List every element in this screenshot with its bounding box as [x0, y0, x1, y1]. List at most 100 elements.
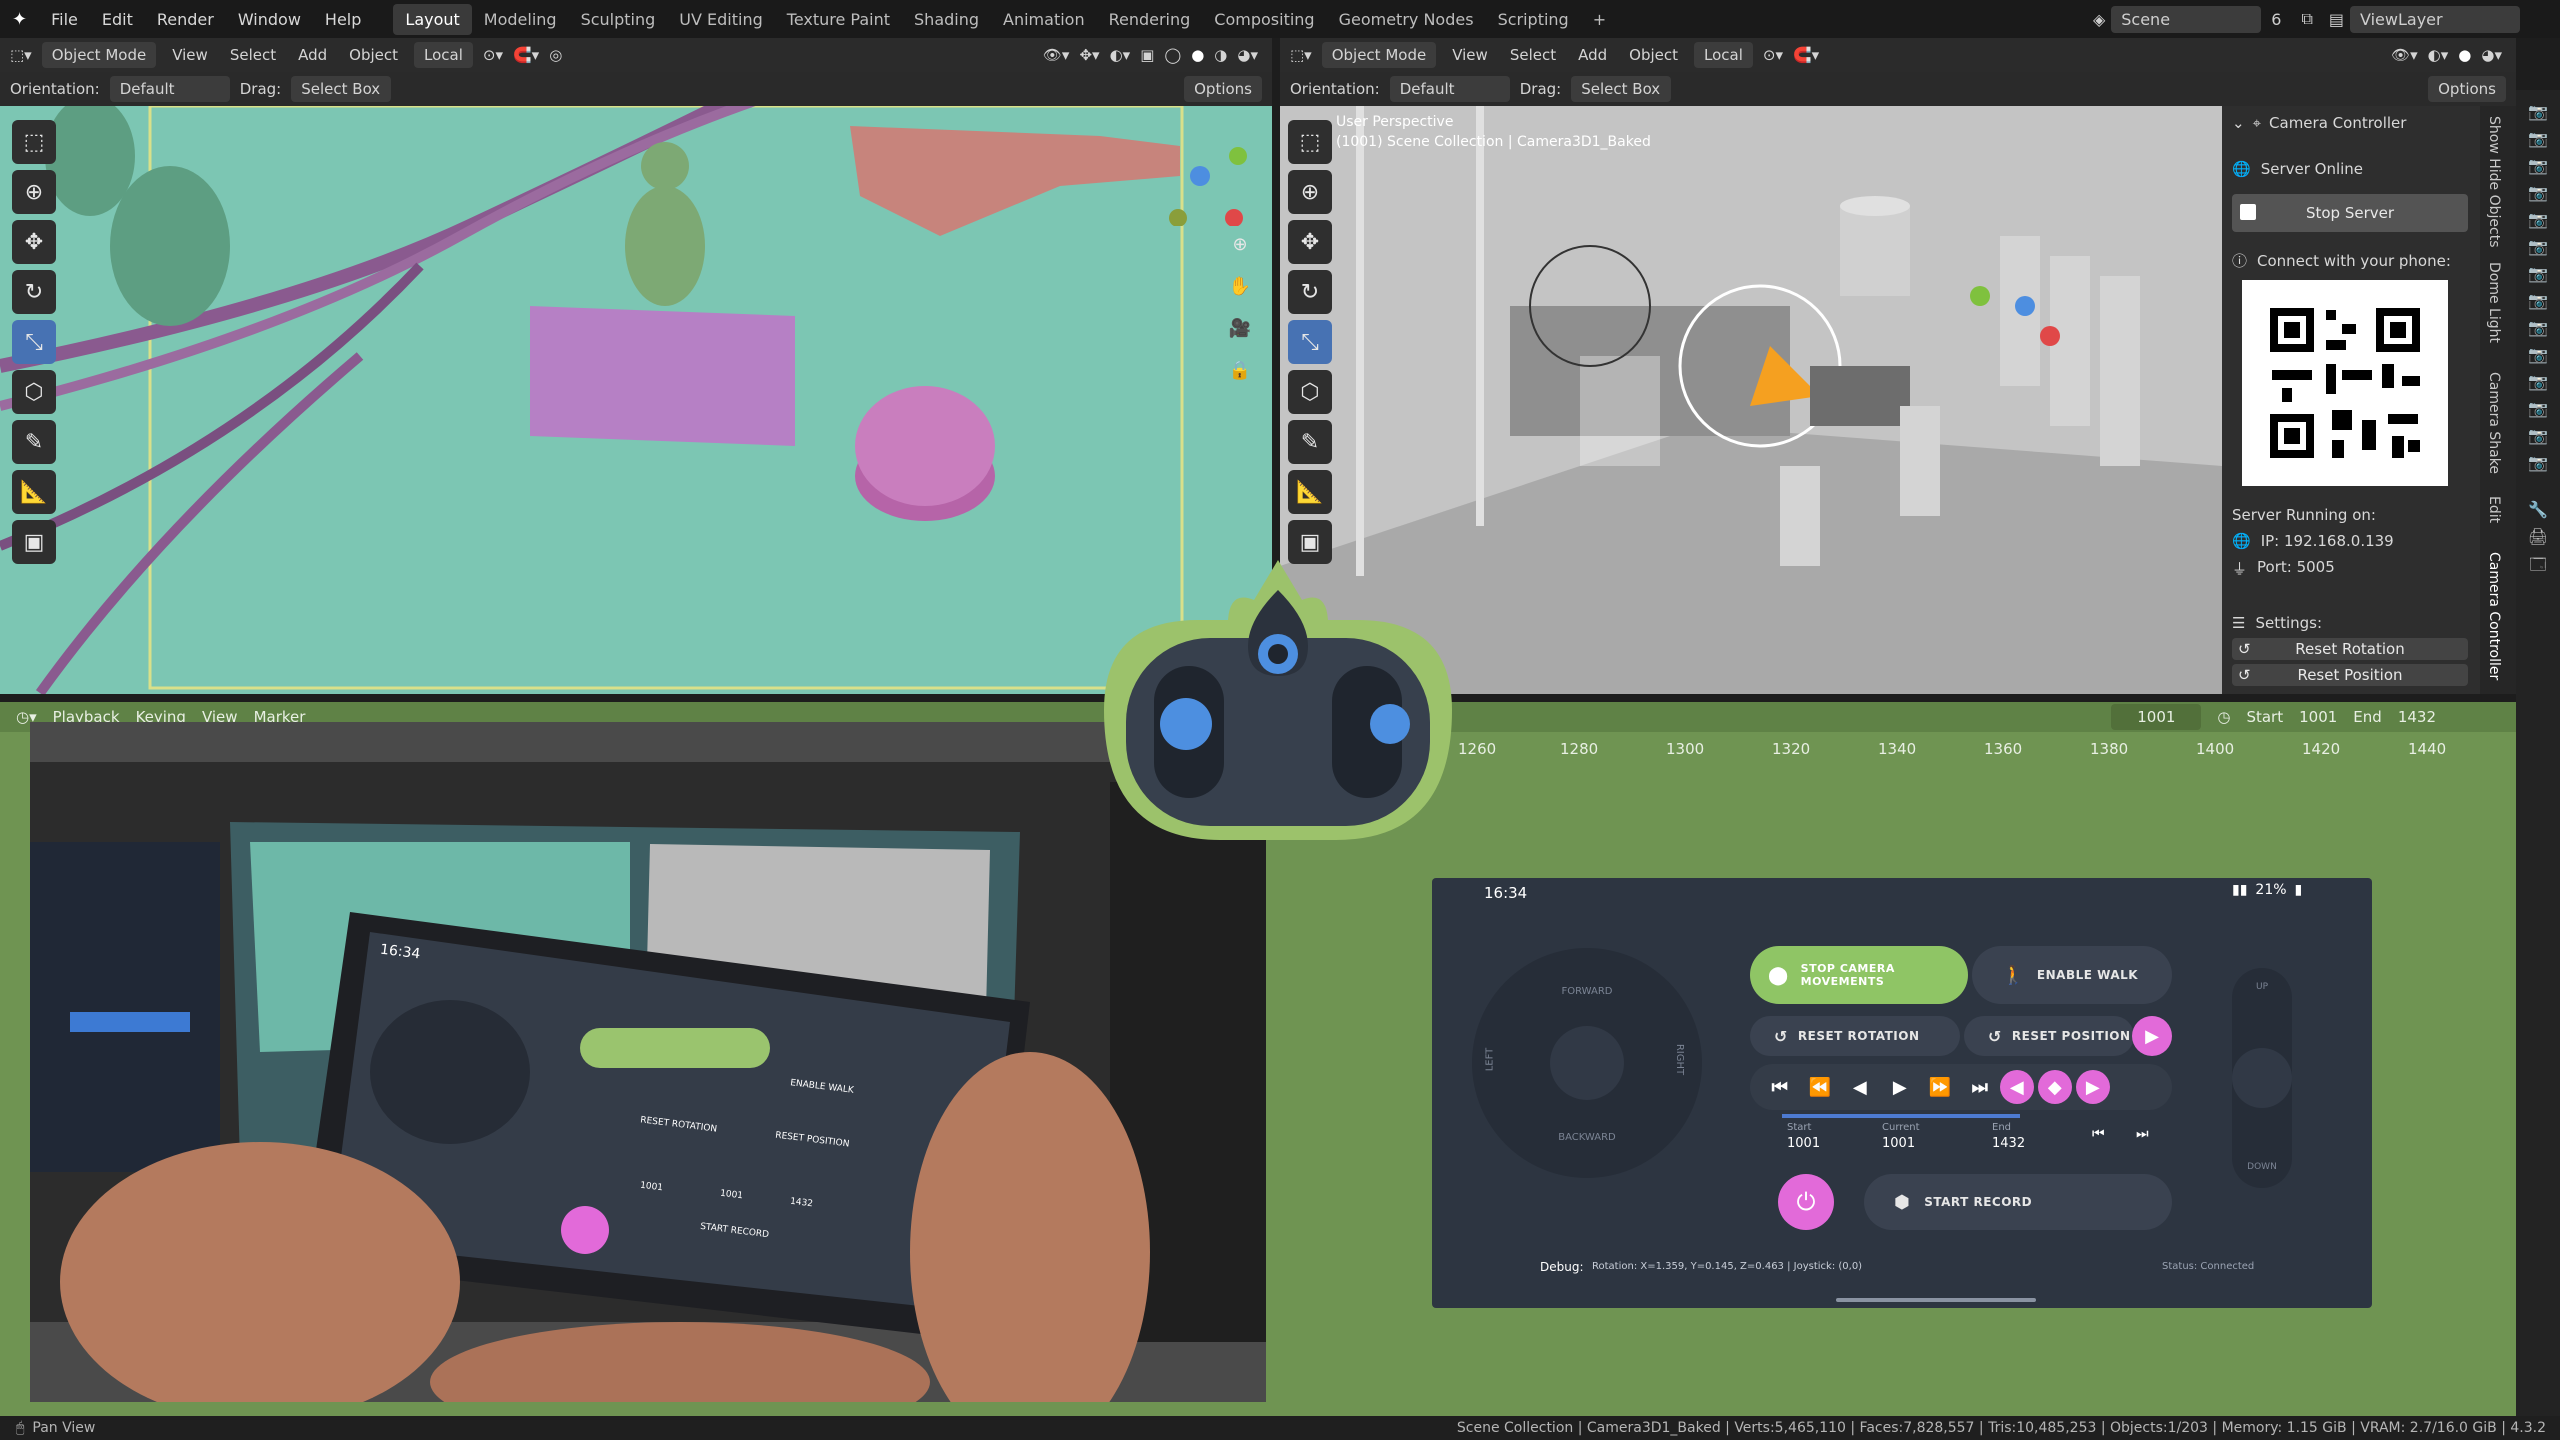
pan-hand-icon[interactable]: ✋	[1222, 268, 1258, 304]
cursor-tool-right[interactable]: ⊕	[1288, 170, 1332, 214]
movement-joystick[interactable]: FORWARD BACKWARD LEFT RIGHT	[1472, 948, 1702, 1178]
current-frame-field[interactable]: 1001	[2111, 704, 2202, 730]
editor-type-icon[interactable]: ⬚▾	[10, 46, 32, 64]
gizmo-icon[interactable]: ✥▾	[1079, 46, 1099, 64]
xray-icon[interactable]: ▣	[1140, 46, 1154, 64]
tab-texture-paint[interactable]: Texture Paint	[775, 4, 902, 35]
tab-show-hide-objects[interactable]: Show Hide Objects	[2486, 116, 2502, 247]
camera-icon[interactable]: 📷	[2528, 237, 2548, 256]
camera-icon[interactable]: 📷	[2528, 183, 2548, 202]
menu-select[interactable]: Select	[224, 42, 282, 68]
add-workspace-button[interactable]: +	[1581, 4, 1618, 35]
pivot-icon-right[interactable]: ⊙▾	[1763, 46, 1783, 64]
panel-header[interactable]: ⌄ ⌖ Camera Controller	[2232, 114, 2406, 132]
select-box-tool[interactable]: ⬚	[12, 120, 56, 164]
transform-orientation-dropdown[interactable]: Local	[414, 42, 473, 68]
add-cube-tool[interactable]: ▣	[12, 520, 56, 564]
tab-shading[interactable]: Shading	[902, 4, 991, 35]
proportional-icon[interactable]: ◎	[549, 46, 562, 64]
camera-icon[interactable]: 📷	[2528, 372, 2548, 391]
camera-icon[interactable]: 📷	[2528, 399, 2548, 418]
tab-modeling[interactable]: Modeling	[472, 4, 569, 35]
rotate-tool[interactable]: ↻	[12, 270, 56, 314]
start-frame-field[interactable]: 1001	[2299, 708, 2337, 726]
options-dropdown[interactable]: Options	[1184, 76, 1262, 102]
object-mode-dropdown[interactable]: Object Mode	[41, 42, 157, 68]
measure-tool-right[interactable]: 📐	[1288, 470, 1332, 514]
shading-wire-icon[interactable]: ◯	[1164, 46, 1181, 64]
editor-type-icon-right[interactable]: ⬚▾	[1290, 46, 1312, 64]
scene-selector[interactable]: Scene	[2111, 5, 2262, 33]
reset-position-phone-button[interactable]: ↺ RESET POSITION	[1964, 1016, 2134, 1056]
jump-start-icon[interactable]: ⏮	[1760, 1067, 1800, 1107]
menu-file[interactable]: File	[39, 10, 90, 29]
updown-knob[interactable]	[2232, 1048, 2292, 1108]
jump-end-icon[interactable]: ⏭	[1960, 1067, 2000, 1107]
orientation-dropdown-right[interactable]: Default	[1389, 76, 1510, 102]
scene-icon[interactable]: ◈	[2087, 10, 2111, 29]
menu-view[interactable]: View	[166, 42, 214, 68]
collapse-icon[interactable]: ⌄	[2232, 114, 2245, 132]
tab-edit[interactable]: Edit	[2486, 496, 2502, 523]
left-3d-viewport[interactable]: ⬚ ⊕ ✥ ↻ ⤡ ⬡ ✎ 📐 ▣ ⊕ ✋ 🎥 🔒	[0, 106, 1272, 694]
menu-object-right[interactable]: Object	[1623, 42, 1684, 68]
transform-orientation-dropdown-right[interactable]: Local	[1694, 42, 1753, 68]
shading-solid-icon-right[interactable]: ●	[2458, 46, 2471, 64]
shading-rendered-icon[interactable]: ◕▾	[1237, 46, 1258, 64]
tab-animation[interactable]: Animation	[991, 4, 1097, 35]
scale-tool-right[interactable]: ⤡	[1288, 320, 1332, 364]
reset-rotation-button[interactable]: ↺ Reset Rotation	[2232, 638, 2468, 660]
prev-key-pink-icon[interactable]: ◀	[2000, 1070, 2034, 1104]
blender-logo-icon[interactable]: ✦	[0, 9, 39, 30]
camera-icon[interactable]: 📷	[2528, 318, 2548, 337]
add-cube-tool-right[interactable]: ▣	[1288, 520, 1332, 564]
lock-icon[interactable]: 🔒	[1222, 352, 1258, 388]
menu-add-right[interactable]: Add	[1572, 42, 1613, 68]
viewlayer-selector[interactable]: ViewLayer	[2350, 5, 2520, 33]
tab-sculpting[interactable]: Sculpting	[569, 4, 668, 35]
camera-icon[interactable]: 📷	[2528, 426, 2548, 445]
navigation-gizmo[interactable]	[1160, 126, 1260, 227]
tab-scripting[interactable]: Scripting	[1486, 4, 1581, 35]
frame-ruler[interactable]: 1260 1280 1300 1320 1340 1360 1380 1400 …	[1440, 734, 2500, 764]
camera-icon[interactable]: 📷	[2528, 129, 2548, 148]
menu-edit[interactable]: Edit	[90, 10, 145, 29]
camera-icon[interactable]: 📷	[2528, 156, 2548, 175]
output-icon[interactable]: 🗔	[2529, 554, 2546, 581]
enable-walk-button[interactable]: 🚶 ENABLE WALK	[1972, 946, 2172, 1004]
prev-keyframe-icon[interactable]: ⏪	[1800, 1067, 1840, 1107]
camera-icon[interactable]: 📷	[2528, 453, 2548, 472]
cursor-tool[interactable]: ⊕	[12, 170, 56, 214]
menu-view-right[interactable]: View	[1446, 42, 1494, 68]
keyframe-pink-icon[interactable]: ◆	[2038, 1070, 2072, 1104]
tab-camera-shake[interactable]: Camera Shake	[2486, 372, 2502, 474]
frame-progress-bar[interactable]	[1782, 1114, 2020, 1118]
menu-object[interactable]: Object	[343, 42, 404, 68]
shading-solid-icon[interactable]: ●	[1191, 46, 1204, 64]
menu-render[interactable]: Render	[145, 10, 226, 29]
render-icon[interactable]: 🖨	[2528, 527, 2548, 546]
tab-rendering[interactable]: Rendering	[1097, 4, 1203, 35]
next-keyframe-icon[interactable]: ⏩	[1920, 1067, 1960, 1107]
tab-layout[interactable]: Layout	[393, 3, 472, 35]
camera-icon[interactable]: 📷	[2528, 345, 2548, 364]
camera-icon[interactable]: 📷	[2528, 102, 2548, 121]
camera-icon[interactable]: 📷	[2528, 210, 2548, 229]
tool-icon[interactable]: 🔧	[2528, 500, 2548, 519]
reset-position-button[interactable]: ↺ Reset Position	[2232, 664, 2468, 686]
select-box-tool-right[interactable]: ⬚	[1288, 120, 1332, 164]
transform-tool[interactable]: ⬡	[12, 370, 56, 414]
shading-material-icon[interactable]: ◑	[1214, 46, 1227, 64]
scale-tool[interactable]: ⤡	[12, 320, 56, 364]
end-frame-field[interactable]: 1432	[2398, 708, 2436, 726]
phone-skip-back-icon[interactable]: ⏮	[2092, 1126, 2105, 1142]
play-icon[interactable]: ▶	[1880, 1067, 1920, 1107]
menu-select-right[interactable]: Select	[1504, 42, 1562, 68]
visibility-icon[interactable]: 👁▾	[1043, 46, 1070, 64]
menu-add[interactable]: Add	[292, 42, 333, 68]
camera-icon[interactable]: 📷	[2528, 264, 2548, 283]
tab-compositing[interactable]: Compositing	[1202, 4, 1326, 35]
tab-uv-editing[interactable]: UV Editing	[667, 4, 774, 35]
menu-help[interactable]: Help	[313, 10, 373, 29]
move-tool[interactable]: ✥	[12, 220, 56, 264]
